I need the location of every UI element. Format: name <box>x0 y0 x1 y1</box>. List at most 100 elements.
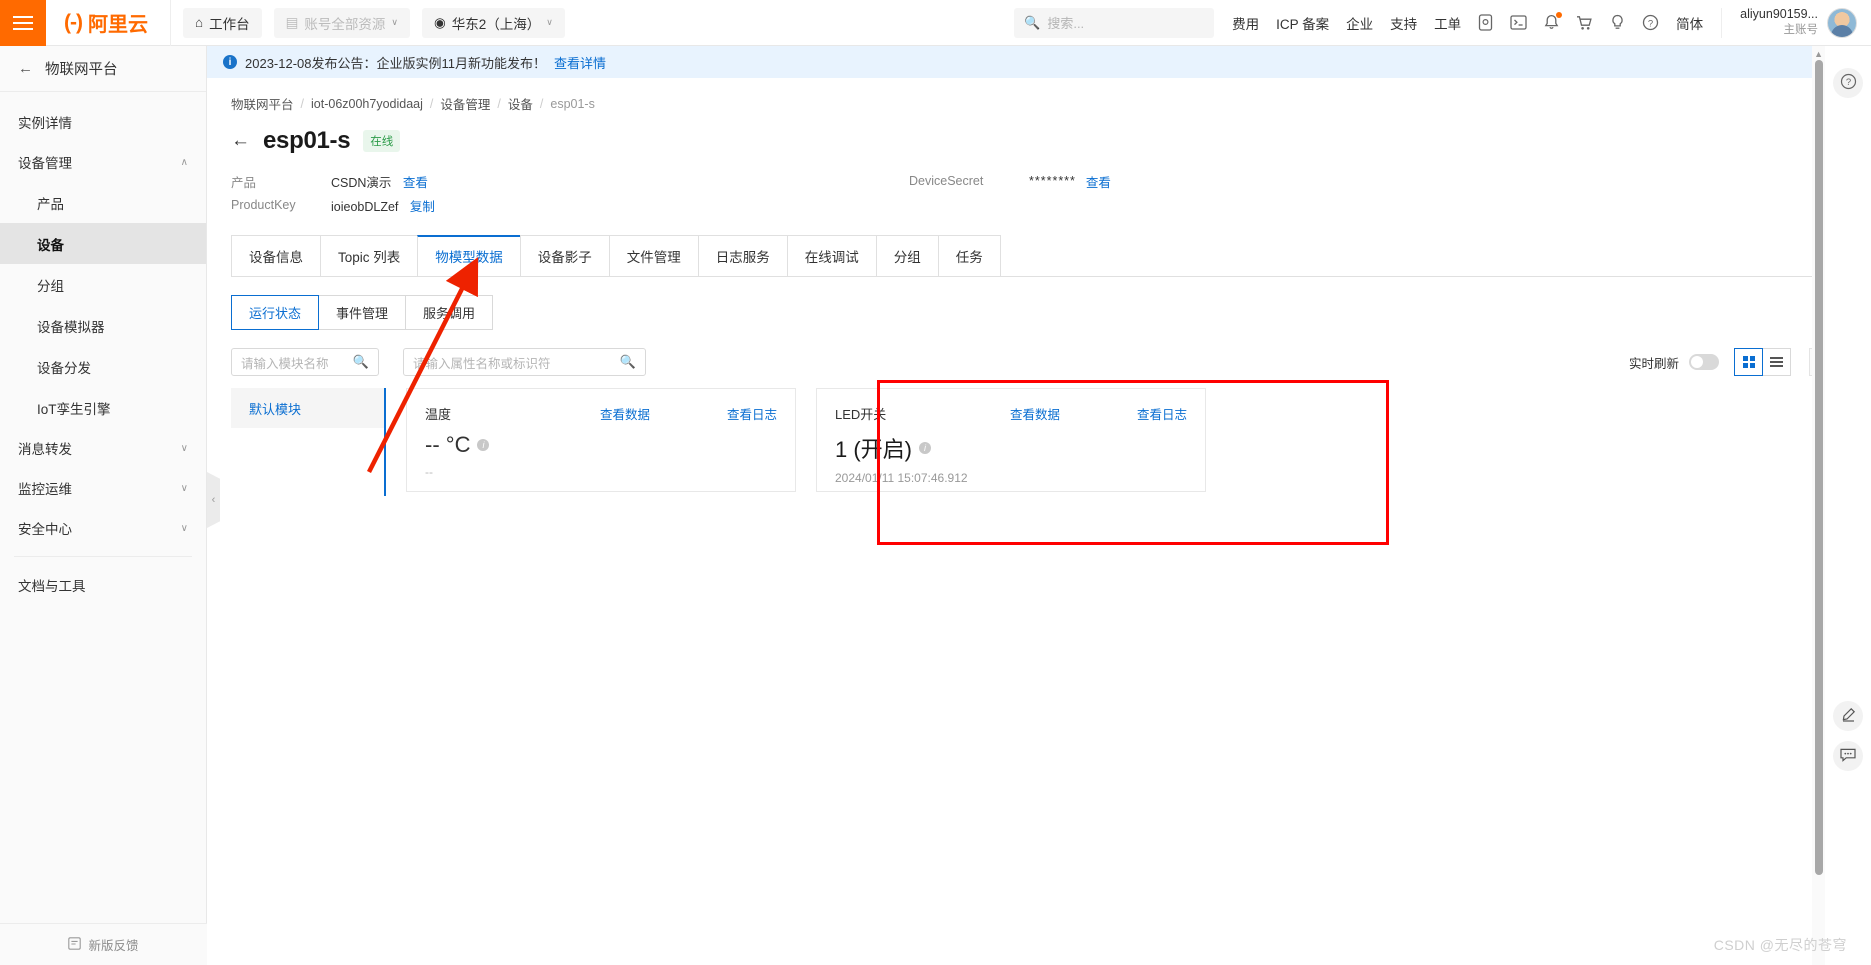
sidebar-collapse-handle[interactable]: ‹ <box>207 472 220 528</box>
top-link-support[interactable]: 支持 <box>1390 13 1417 33</box>
view-data-link[interactable]: 查看数据 <box>1010 404 1110 423</box>
question-circle-icon: ? <box>1840 73 1857 93</box>
sidebar-item-label: 文档与工具 <box>18 579 86 594</box>
top-link-fees[interactable]: 费用 <box>1232 13 1259 33</box>
sidebar-item-label: 实例详情 <box>18 116 72 131</box>
tab-groups[interactable]: 分组 <box>875 235 939 276</box>
workbench-button[interactable]: ⌂ 工作台 <box>182 7 262 38</box>
page-scrollbar-thumb[interactable] <box>1815 60 1823 875</box>
property-search-input[interactable]: 请输入属性名称或标识符 🔍 <box>403 348 646 376</box>
meta-row-devicesecret: DeviceSecret ******** 查看 <box>909 169 1111 193</box>
module-item-default[interactable]: 默认模块 <box>231 388 384 428</box>
global-search-input[interactable]: 🔍 搜索... <box>1014 7 1215 38</box>
tab-device-shadow[interactable]: 设备影子 <box>519 235 610 276</box>
product-view-link[interactable]: 查看 <box>403 176 428 190</box>
announcement-detail-link[interactable]: 查看详情 <box>554 53 606 72</box>
property-name: LED开关 <box>835 407 887 422</box>
rail-edit-button[interactable] <box>1833 701 1863 731</box>
terminal-icon[interactable] <box>1510 15 1527 30</box>
sidebar-header-back[interactable]: ← 物联网平台 <box>0 46 206 92</box>
sidebar-item-label: IoT孪生引擎 <box>37 401 111 417</box>
info-icon[interactable]: i <box>477 439 490 451</box>
svg-text:?: ? <box>1845 77 1850 88</box>
module-search-input[interactable]: 请输入模块名称 🔍 <box>231 348 379 376</box>
language-switch[interactable]: 简体 <box>1676 13 1703 33</box>
property-card-led-switch[interactable]: LED开关 查看数据 查看日志 1 (开启) i 2024/01/11 15:0… <box>816 388 1206 492</box>
view-data-link[interactable]: 查看数据 <box>600 404 700 423</box>
chevron-left-icon: ‹ <box>211 494 216 506</box>
chevron-down-icon: ∨ <box>546 17 553 27</box>
breadcrumb-separator: / <box>497 96 501 111</box>
top-links: 费用 ICP 备案 企业 支持 工单 <box>1232 13 1461 33</box>
sidebar-item-iot-twin-engine[interactable]: IoT孪生引擎 <box>0 387 206 428</box>
subtab-event-management[interactable]: 事件管理 <box>318 295 407 330</box>
property-card-temperature[interactable]: 温度 查看数据 查看日志 -- °C i -- <box>406 388 796 492</box>
property-value-row: 1 (开启) i <box>835 432 1187 464</box>
rail-chat-button[interactable] <box>1833 741 1863 771</box>
device-tabs: 设备信息 Topic 列表 物模型数据 设备影子 文件管理 日志服务 在线调试 … <box>231 235 1838 277</box>
sidebar-item-instance-detail[interactable]: 实例详情 <box>0 102 206 142</box>
bell-icon[interactable] <box>1544 12 1563 31</box>
top-link-enterprise[interactable]: 企业 <box>1346 13 1373 33</box>
tab-device-info[interactable]: 设备信息 <box>231 235 321 276</box>
tab-tasks[interactable]: 任务 <box>937 235 1001 276</box>
sidebar-item-device-simulator[interactable]: 设备模拟器 <box>0 305 206 346</box>
info-icon[interactable]: i <box>919 442 932 454</box>
sidebar-item-docs-tools[interactable]: 文档与工具 <box>0 565 206 605</box>
svg-text:?: ? <box>1648 18 1653 29</box>
sidebar-item-devices[interactable]: 设备 <box>0 223 206 264</box>
tab-log-service[interactable]: 日志服务 <box>697 235 788 276</box>
devicesecret-view-link[interactable]: 查看 <box>1086 172 1111 191</box>
cart-icon[interactable] <box>1576 15 1593 31</box>
region-dropdown[interactable]: ◉ 华东2（上海） ∨ <box>422 7 565 38</box>
realtime-refresh-toggle[interactable] <box>1689 354 1719 370</box>
top-link-icp[interactable]: ICP 备案 <box>1276 13 1329 33</box>
hamburger-icon[interactable] <box>0 0 46 46</box>
subtab-service-invocation[interactable]: 服务调用 <box>405 295 494 330</box>
sidebar-item-device-distribution[interactable]: 设备分发 <box>0 346 206 387</box>
bulb-icon[interactable] <box>1610 14 1625 31</box>
subtab-running-status[interactable]: 运行状态 <box>231 295 320 330</box>
rail-help-button[interactable]: ? <box>1833 68 1863 98</box>
new-version-feedback-button[interactable]: 新版反馈 <box>0 923 207 965</box>
sidebar-item-label: 监控运维 <box>18 482 72 497</box>
breadcrumb-item-1[interactable]: iot-06z00h7yodidaaj <box>311 97 423 111</box>
top-link-ticket[interactable]: 工单 <box>1434 13 1461 33</box>
sidebar-item-groups[interactable]: 分组 <box>0 264 206 305</box>
sidebar-group-message-forwarding[interactable]: 消息转发 ∨ <box>0 428 206 468</box>
help-icon[interactable]: ? <box>1642 14 1659 31</box>
all-resources-dropdown[interactable]: ▤ 账号全部资源 ∨ <box>273 7 410 38</box>
sidebar-group-device-management[interactable]: 设备管理 ∧ <box>0 142 206 182</box>
property-value: 1 (开启) <box>835 437 913 462</box>
thing-model-panels: 默认模块 温度 查看数据 查看日志 -- °C i -- LED开关 查看数据 … <box>231 388 1838 496</box>
tab-thing-model-data[interactable]: 物模型数据 <box>417 235 521 276</box>
page-title-row: ← esp01-s 在线 <box>231 127 1838 155</box>
breadcrumb-item-3[interactable]: 设备 <box>508 94 533 113</box>
breadcrumb-item-0[interactable]: 物联网平台 <box>231 94 294 113</box>
sidebar-group-security-center[interactable]: 安全中心 ∨ <box>0 508 206 548</box>
tab-file-management[interactable]: 文件管理 <box>608 235 699 276</box>
sidebar-item-label: 设备管理 <box>18 156 72 171</box>
tab-online-debug[interactable]: 在线调试 <box>786 235 877 276</box>
productkey-copy-link[interactable]: 复制 <box>410 200 435 214</box>
avatar[interactable] <box>1827 7 1857 38</box>
sidebar-item-label: 设备 <box>37 237 64 253</box>
pencil-icon <box>1841 707 1856 725</box>
tab-topic-list[interactable]: Topic 列表 <box>320 235 419 276</box>
breadcrumb-item-2[interactable]: 设备管理 <box>440 94 490 113</box>
list-view-button[interactable] <box>1762 348 1791 376</box>
account-type: 主账号 <box>1783 24 1819 37</box>
view-log-link[interactable]: 查看日志 <box>727 404 777 423</box>
brand-logo[interactable]: (-) 阿里云 <box>46 0 171 46</box>
search-icon: 🔍 <box>352 354 369 369</box>
sidebar-item-products[interactable]: 产品 <box>0 182 206 223</box>
scroll-up-icon[interactable]: ▲ <box>1814 49 1823 59</box>
account-menu[interactable]: aliyun90159... 主账号 <box>1721 7 1857 38</box>
mobile-icon[interactable] <box>1478 14 1493 31</box>
sidebar-group-monitoring[interactable]: 监控运维 ∨ <box>0 468 206 508</box>
view-log-link[interactable]: 查看日志 <box>1137 404 1187 423</box>
page-back-button[interactable]: ← <box>231 130 250 152</box>
chevron-down-icon: ∨ <box>180 522 188 534</box>
right-rail: ? <box>1825 46 1871 965</box>
grid-view-button[interactable] <box>1734 348 1763 376</box>
